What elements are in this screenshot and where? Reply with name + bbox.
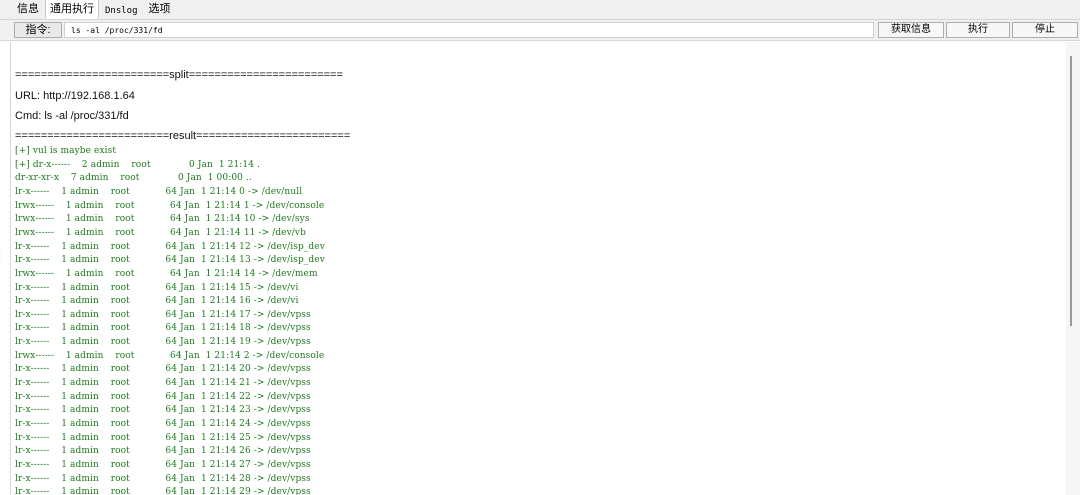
output-line: lr-x------ 1 admin root 64 Jan 1 21:14 2…	[15, 419, 311, 429]
output-line: lr-x------ 1 admin root 64 Jan 1 21:14 2…	[15, 391, 311, 402]
command-label: 指令:	[14, 22, 62, 38]
output-line: lr-x------ 1 admin root 64 Jan 1 21:14 2…	[15, 446, 311, 457]
output-line: lr-x------ 1 admin root 64 Jan 1 21:14 1…	[15, 241, 325, 252]
vertical-scrollbar[interactable]	[1066, 42, 1080, 495]
output-line: [+] vul is maybe exist	[15, 146, 117, 156]
get-info-button[interactable]: 获取信息	[878, 22, 944, 38]
execute-button[interactable]: 执行	[946, 22, 1010, 38]
output-line: lr-x------ 1 admin root 64 Jan 1 21:14 2…	[15, 459, 311, 470]
output-line: [+] dr-x------ 2 admin root 0 Jan 1 21:1…	[15, 159, 260, 170]
url-line: URL: http://192.168.1.64	[15, 90, 135, 102]
tab-general-exec[interactable]: 通用执行	[45, 0, 99, 19]
output-line: lr-x------ 1 admin root 64 Jan 1 21:14 1…	[15, 282, 299, 293]
scrollbar-thumb[interactable]	[1070, 56, 1072, 326]
tab-bar: 信息 通用执行 Dnslog 选项	[0, 0, 1080, 19]
cmd-line: Cmd: ls -al /proc/331/fd	[15, 110, 129, 122]
output-line: lr-x------ 1 admin root 64 Jan 1 21:14 1…	[15, 255, 325, 266]
output-line: lr-x------ 1 admin root 64 Jan 1 21:14 0…	[15, 186, 303, 197]
output-line: lr-x------ 1 admin root 64 Jan 1 21:14 1…	[15, 296, 299, 307]
output-line: lr-x------ 1 admin root 64 Jan 1 21:14 2…	[15, 487, 311, 495]
tab-info[interactable]: 信息	[12, 0, 44, 19]
output-line: dr-xr-xr-x 7 admin root 0 Jan 1 00:00 ..	[15, 173, 252, 184]
output-line: lrwx------ 1 admin root 64 Jan 1 21:14 1…	[15, 214, 310, 225]
output-line: lr-x------ 1 admin root 64 Jan 1 21:14 1…	[15, 337, 311, 348]
output-panel[interactable]: ========================split===========…	[10, 42, 1069, 495]
result-separator: ========================result==========…	[15, 130, 351, 142]
output-line: lr-x------ 1 admin root 64 Jan 1 21:14 2…	[15, 432, 311, 443]
command-input[interactable]	[64, 22, 874, 38]
output-line: lr-x------ 1 admin root 64 Jan 1 21:14 1…	[15, 323, 311, 334]
stop-button[interactable]: 停止	[1012, 22, 1078, 38]
output-line: lr-x------ 1 admin root 64 Jan 1 21:14 2…	[15, 378, 311, 389]
splitter-grip-icon: · · · · · ·	[0, 243, 2, 264]
tab-options[interactable]: 选项	[144, 0, 176, 19]
output-line: lrwx------ 1 admin root 64 Jan 1 21:14 2…	[15, 350, 325, 361]
output-line: lrwx------ 1 admin root 64 Jan 1 21:14 1…	[15, 227, 306, 238]
split-separator: ========================split===========…	[15, 69, 343, 81]
command-toolbar: 指令: 获取信息 执行 停止	[0, 19, 1080, 41]
output-line: lr-x------ 1 admin root 64 Jan 1 21:14 2…	[15, 473, 311, 484]
output-line: lrwx------ 1 admin root 64 Jan 1 21:14 1…	[15, 200, 325, 211]
output-line: lrwx------ 1 admin root 64 Jan 1 21:14 1…	[15, 268, 318, 279]
output-line: lr-x------ 1 admin root 64 Jan 1 21:14 2…	[15, 364, 311, 375]
output-line: lr-x------ 1 admin root 64 Jan 1 21:14 1…	[15, 309, 311, 320]
output-line: lr-x------ 1 admin root 64 Jan 1 21:14 2…	[15, 405, 311, 416]
tab-dnslog[interactable]: Dnslog	[100, 4, 143, 19]
